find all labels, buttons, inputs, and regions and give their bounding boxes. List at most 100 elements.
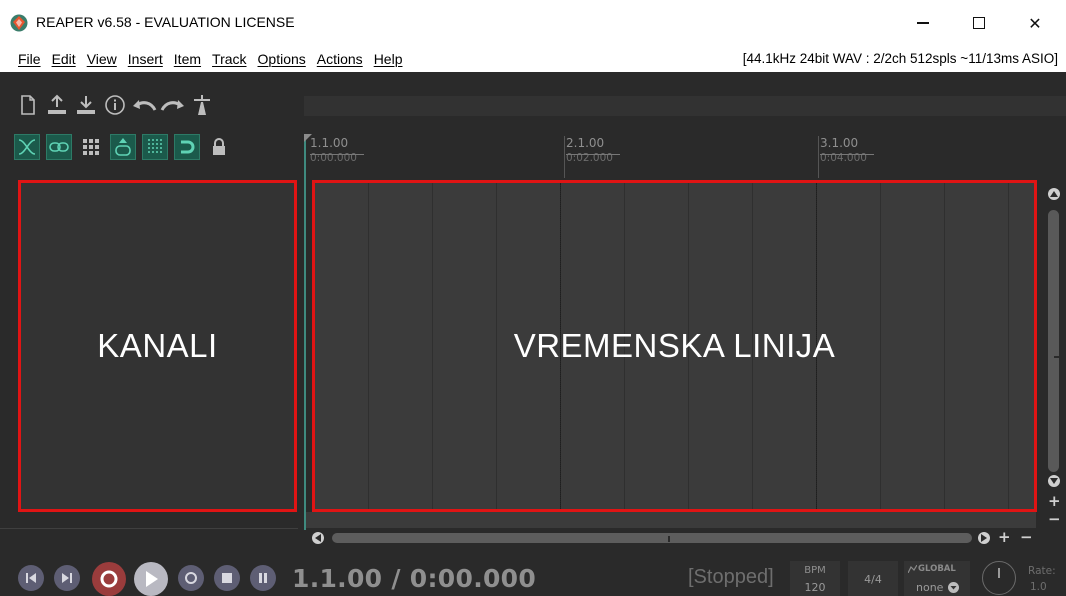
arrange-view[interactable]: VREMENSKA LINIJA [312,180,1037,512]
maximize-button[interactable] [956,8,1002,38]
play-state: [Stopped] [688,566,774,588]
global-label: GLOBAL [918,564,956,574]
track-panel-label: KANALI [97,327,218,364]
playhead-marker-icon[interactable] [304,134,312,142]
scroll-right-icon[interactable] [978,532,990,544]
playhead-cursor[interactable] [304,134,306,530]
main-area: 1.1.00 0:00.000 2.1.00 0:02.000 3.1.00 0… [0,72,1066,596]
grid-icon[interactable] [78,134,104,160]
timeline-ruler[interactable]: 1.1.00 0:00.000 2.1.00 0:02.000 3.1.00 0… [304,128,1066,178]
play-icon [146,571,158,587]
record-button[interactable] [92,562,126,596]
vertical-scrollbar[interactable]: + − [1044,184,1064,527]
repeat-icon [185,572,197,584]
menu-options[interactable]: Options [258,51,306,67]
auto-crossfade-icon[interactable] [46,134,72,160]
close-icon: ✕ [1028,13,1042,33]
pause-button[interactable] [250,565,276,591]
ripple-edit-icon[interactable] [14,134,40,160]
rate-value: 1.0 [1030,581,1047,593]
divider [0,528,298,529]
scroll-thumb-grip [1054,356,1062,358]
horizontal-scroll-thumb[interactable] [332,533,972,543]
ruler-mark: 1.1.00 0:00.000 [310,136,364,164]
arrange-empty-area[interactable] [306,512,1036,528]
automation-icon [908,565,917,573]
scroll-left-icon[interactable] [312,532,324,544]
go-to-start-button[interactable] [18,565,44,591]
open-project-icon[interactable] [43,93,70,117]
toolbar-spacer [304,96,1066,116]
lock-icon[interactable] [206,134,232,160]
playrate-knob[interactable] [982,561,1016,595]
stop-button[interactable] [214,565,240,591]
menu-help[interactable]: Help [374,51,403,67]
zoom-in-horizontal-icon[interactable]: + [998,530,1011,545]
scroll-down-icon[interactable] [1048,475,1060,487]
ruler-underline [310,154,364,155]
horizontal-scrollbar[interactable] [312,532,992,544]
vertical-scroll-thumb[interactable] [1048,210,1062,472]
global-automation-box[interactable]: GLOBAL none [904,561,970,596]
record-icon [100,570,118,588]
knob-indicator [998,568,1000,578]
rate-label: Rate: [1028,565,1056,577]
ruler-mark: 3.1.00 0:04.000 [818,136,874,178]
audio-device-info[interactable]: [44.1kHz 24bit WAV : 2/2ch 512spls ~11/1… [743,51,1058,66]
metronome-icon[interactable] [188,93,215,117]
global-value-text: none [916,581,944,594]
reaper-logo-icon [10,14,28,32]
position-display[interactable]: 1.1.00 / 0:00.000 [292,564,536,593]
global-automation-value: none [916,581,960,594]
play-button[interactable] [134,562,168,596]
transport-bar: 1.1.00 / 0:00.000 [Stopped] BPM 120 4/4 … [0,560,1066,596]
ruler-tick [564,136,565,178]
time-signature-value: 4/4 [864,572,882,586]
close-button[interactable]: ✕ [1012,8,1058,38]
bpm-label: BPM [804,565,826,576]
snap-icon[interactable] [110,134,136,160]
track-control-panel[interactable]: KANALI [18,180,297,512]
undo-icon[interactable] [130,93,157,117]
scroll-up-icon[interactable] [1048,188,1060,200]
skip-forward-icon [62,573,72,583]
maximize-icon [973,17,985,29]
window-title: REAPER v6.58 - EVALUATION LICENSE [36,14,295,30]
save-project-icon[interactable] [72,93,99,117]
menu-item[interactable]: Item [174,51,201,67]
minimize-icon [917,22,929,24]
menu-edit[interactable]: Edit [52,51,76,67]
toggle-toolbar [14,133,238,161]
repeat-button[interactable] [178,565,204,591]
ruler-underline [566,154,620,155]
menu-actions[interactable]: Actions [317,51,363,67]
redo-icon[interactable] [159,93,186,117]
menu-file[interactable]: File [18,51,41,67]
new-project-icon[interactable] [14,93,41,117]
locking-icon[interactable] [142,134,168,160]
skip-back-icon [26,573,36,583]
arrange-panel-label: VREMENSKA LINIJA [513,327,836,364]
menu-insert[interactable]: Insert [128,51,163,67]
time-signature-box[interactable]: 4/4 [848,561,898,596]
tempo-box[interactable]: BPM 120 [790,561,840,596]
zoom-in-vertical-icon[interactable]: + [1048,494,1061,509]
menu-view[interactable]: View [87,51,117,67]
loop-icon[interactable] [174,134,200,160]
ruler-bar-label: 2.1.00 [566,136,605,150]
go-to-end-button[interactable] [54,565,80,591]
zoom-out-horizontal-icon[interactable]: − [1020,530,1033,545]
ruler-mark: 2.1.00 0:02.000 [564,136,620,178]
project-settings-icon[interactable] [101,93,128,117]
minimize-button[interactable] [900,8,946,38]
ruler-underline [820,154,874,155]
stop-icon [222,573,232,583]
title-bar: REAPER v6.58 - EVALUATION LICENSE ✕ [0,0,1066,46]
reaper-window: REAPER v6.58 - EVALUATION LICENSE ✕ File… [0,0,1066,596]
ruler-tick [818,136,819,178]
menu-track[interactable]: Track [212,51,246,67]
zoom-out-vertical-icon[interactable]: − [1048,512,1061,527]
main-toolbar [14,92,217,118]
scroll-thumb-grip [668,536,670,542]
bpm-value: 120 [804,581,826,594]
